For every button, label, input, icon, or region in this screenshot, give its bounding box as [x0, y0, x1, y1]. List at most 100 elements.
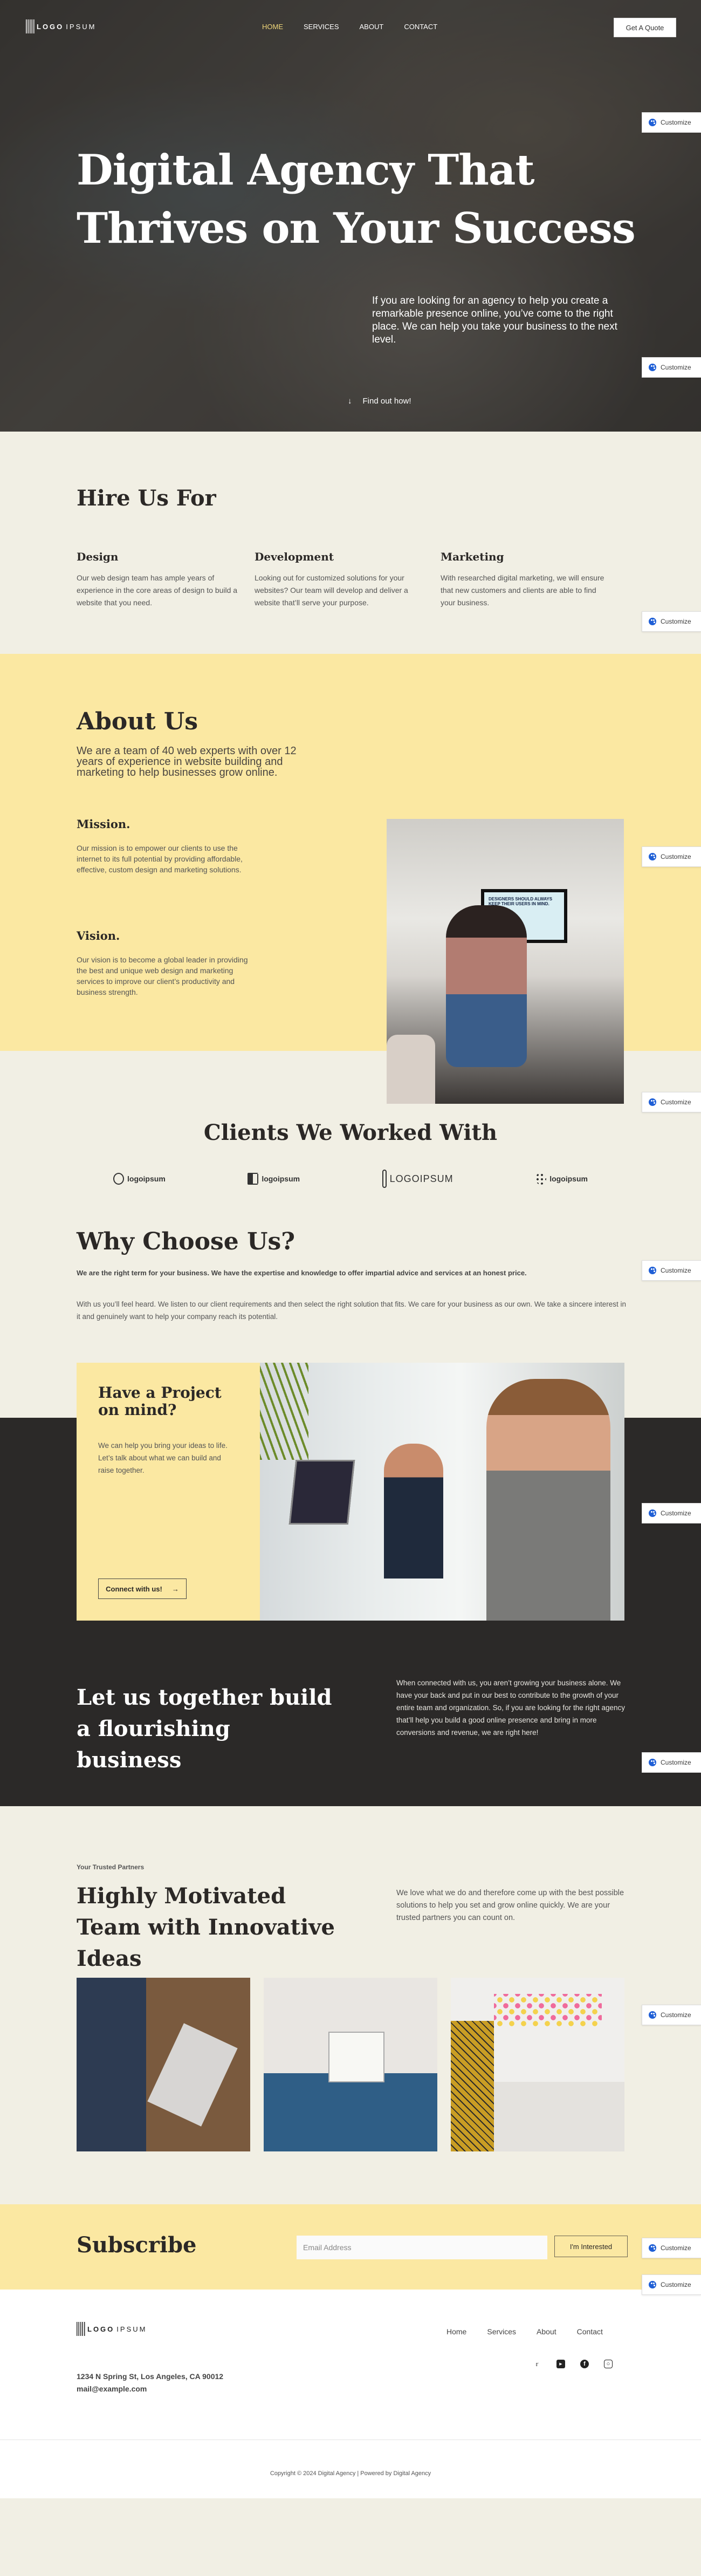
vision-title: Vision. [77, 929, 120, 942]
chair-graphic [387, 1035, 435, 1104]
client-logo: logoipsum [535, 1170, 588, 1188]
customize-button[interactable]: Customize [642, 846, 701, 867]
client-logo: logoipsum [113, 1170, 166, 1188]
hire-title: Hire Us For [77, 486, 216, 511]
youtube-icon[interactable]: ▶ [556, 2360, 565, 2368]
palette-icon [649, 1759, 656, 1766]
plant-graphic [260, 1363, 308, 1460]
service-title: Marketing [441, 550, 504, 563]
client-logo: logoipsum [248, 1170, 300, 1188]
client-logo-text: logoipsum [262, 1174, 300, 1183]
social-links: 𝕣 ▶ f ○ [533, 2360, 613, 2368]
customize-button[interactable]: Customize [642, 2238, 701, 2258]
footer-logo[interactable]: LOGO IPSUM [77, 2322, 147, 2336]
connect-button[interactable]: Connect with us! → [98, 1579, 187, 1599]
customize-label: Customize [661, 1267, 691, 1274]
footer-link-about[interactable]: About [537, 2327, 556, 2336]
hero-text: If you are looking for an agency to help… [372, 295, 617, 345]
nav-contact[interactable]: CONTACT [404, 23, 437, 31]
site-logo[interactable]: LOGO IPSUM [26, 19, 96, 33]
client-logo-text: logoipsum [127, 1174, 166, 1183]
about-section: About Us We are a team of 40 web experts… [0, 654, 701, 1112]
palette-icon [649, 2011, 656, 2019]
hero-title-line1: Digital Agency That [77, 146, 534, 195]
wheat-logo-icon [382, 1170, 387, 1188]
customize-label: Customize [661, 1098, 691, 1106]
main-nav: LOGO IPSUM HOME SERVICES ABOUT CONTACT Ge… [0, 16, 701, 38]
person-graphic [446, 905, 527, 1067]
customize-button[interactable]: Customize [642, 2274, 701, 2295]
find-out-label: Find out how! [362, 397, 411, 406]
service-text: Our web design team has ample years of e… [77, 573, 238, 607]
customize-button[interactable]: Customize [642, 357, 701, 378]
palette-icon [649, 2244, 656, 2252]
customize-label: Customize [661, 119, 691, 126]
instagram-icon[interactable]: ○ [604, 2360, 613, 2368]
email-text[interactable]: mail@example.com [77, 2383, 223, 2395]
footer: LOGO IPSUM Home Services About Contact 𝕣 … [0, 2290, 701, 2498]
customize-button[interactable]: Customize [642, 1752, 701, 1773]
service-design: Design Our web design team has ample yea… [77, 550, 255, 609]
person-graphic [486, 1379, 610, 1621]
together-text: When connected with us, you aren’t growi… [396, 1679, 626, 1737]
about-lead: We are a team of 40 web experts with ove… [77, 745, 297, 778]
customize-label: Customize [661, 364, 691, 371]
hire-section: Hire Us For Design Our web design team h… [0, 432, 701, 654]
team-photos [77, 1978, 624, 2151]
palette-icon [649, 1098, 656, 1106]
nav-services[interactable]: SERVICES [304, 23, 339, 31]
person-graphic [384, 1444, 443, 1579]
team-photo [451, 1978, 624, 2151]
palette-icon [649, 119, 656, 126]
about-title: About Us [77, 708, 198, 735]
customize-button[interactable]: Customize [642, 112, 701, 133]
footer-link-contact[interactable]: Contact [577, 2327, 603, 2336]
logo-text-light: IPSUM [116, 2325, 147, 2333]
why-title: Why Choose Us? [77, 1228, 295, 1255]
client-logo-text: LOGOIPSUM [389, 1173, 453, 1184]
nav-home[interactable]: HOME [262, 23, 283, 31]
customize-button[interactable]: Customize [642, 611, 701, 632]
email-input[interactable] [297, 2236, 547, 2259]
vision-text: Our vision is to become a global leader … [77, 955, 248, 996]
footer-link-home[interactable]: Home [446, 2327, 466, 2336]
palette-icon [649, 853, 656, 860]
team-title: Highly Motivated Team with Innovative Id… [77, 1883, 335, 1971]
customize-button[interactable]: Customize [642, 1092, 701, 1112]
hero-title-line2: Thrives on Your Success [77, 204, 636, 253]
customize-label: Customize [661, 618, 691, 625]
customize-button[interactable]: Customize [642, 2005, 701, 2025]
get-quote-button[interactable]: Get A Quote [614, 18, 676, 37]
logo-mark-icon [26, 19, 35, 33]
footer-link-services[interactable]: Services [487, 2327, 516, 2336]
customize-label: Customize [661, 1759, 691, 1766]
customize-label: Customize [661, 2244, 691, 2252]
facebook-icon[interactable]: f [580, 2360, 589, 2368]
clients-title: Clients We Worked With [203, 1120, 498, 1145]
nav-about[interactable]: ABOUT [360, 23, 384, 31]
subscribe-title: Subscribe [77, 2232, 197, 2258]
client-logo-icon [113, 1173, 124, 1185]
project-title: Have a Project on mind? [98, 1384, 222, 1419]
logo-text-bold: LOGO [37, 22, 64, 31]
project-image [260, 1363, 624, 1621]
dots-logo-icon [535, 1173, 547, 1185]
client-logo-icon [248, 1173, 259, 1185]
interested-button[interactable]: I'm Interested [554, 2236, 628, 2257]
service-text: Looking out for customized solutions for… [255, 573, 408, 607]
customize-button[interactable]: Customize [642, 1503, 701, 1523]
palette-icon [649, 618, 656, 625]
customize-label: Customize [661, 2281, 691, 2288]
project-card: Have a Project on mind? We can help you … [77, 1363, 260, 1621]
customize-label: Customize [661, 2011, 691, 2019]
twitter-icon[interactable]: 𝕣 [533, 2360, 541, 2368]
palette-icon [649, 2281, 656, 2288]
address-text: 1234 N Spring St, Los Angeles, CA 90012 [77, 2372, 224, 2381]
project-text: We can help you bring your ideas to life… [98, 1441, 228, 1474]
customize-button[interactable]: Customize [642, 1260, 701, 1281]
mission-title: Mission. [77, 817, 130, 831]
connect-label: Connect with us! [106, 1584, 162, 1593]
logo-text-bold: LOGO [87, 2325, 115, 2333]
service-development: Development Looking out for customized s… [255, 550, 441, 609]
find-out-link[interactable]: ↓ Find out how! [348, 397, 411, 406]
